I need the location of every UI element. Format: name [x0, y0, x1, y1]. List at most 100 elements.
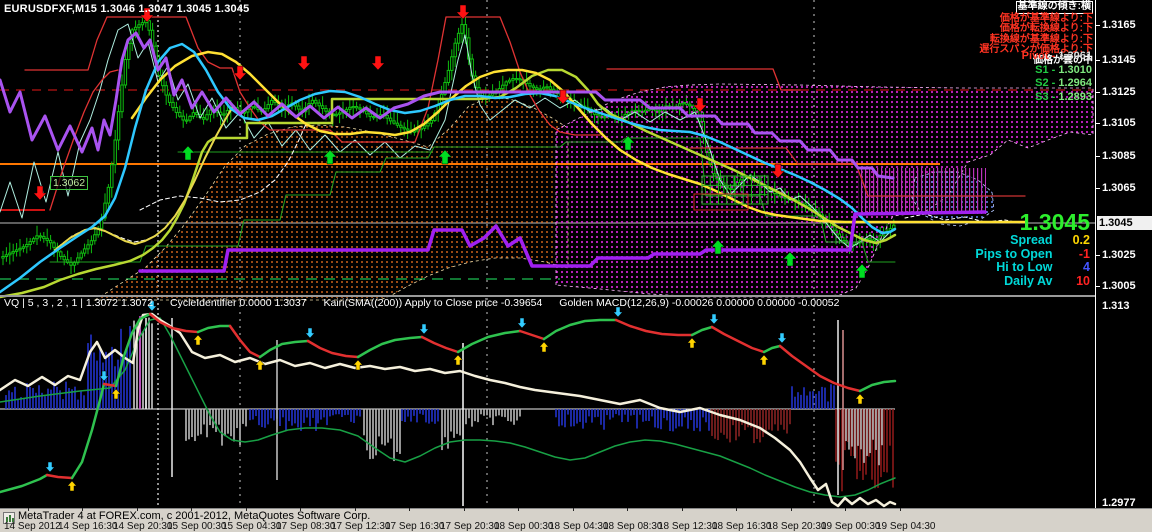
time-axis-label: 17 Sep 12:30	[331, 521, 391, 532]
time-axis-label: 15 Sep 00:30	[167, 521, 227, 532]
candle-body	[175, 108, 177, 113]
vq-up-arrow-icon	[454, 355, 463, 365]
vq-up-arrow-icon	[688, 338, 697, 348]
time-axis-label: 18 Sep 16:30	[712, 521, 772, 532]
ichimoku-legend-title: 基準線の傾き:横	[1016, 1, 1093, 14]
macd-label: Golden MACD(12,26,9) -0.00026 0.00000 0.…	[559, 297, 839, 309]
candle-body	[423, 126, 425, 128]
candle-body	[396, 123, 398, 125]
candle-body	[403, 127, 405, 129]
vq-down-arrow-icon	[420, 324, 429, 334]
candle-body	[9, 253, 11, 255]
quote-row: Daily Av 10	[975, 275, 1090, 289]
candle-body	[22, 247, 24, 249]
price-axis-label: 1.3065	[1102, 182, 1136, 194]
candle-body	[107, 187, 109, 203]
candle-body	[508, 80, 510, 82]
vq-down-arrow-icon	[710, 314, 719, 324]
pivot-row-label: S2 -	[1035, 77, 1058, 89]
candle-body	[196, 113, 198, 115]
pivot-row-value: 1.3061	[1058, 50, 1092, 62]
candle-body	[430, 120, 432, 123]
candle-body	[406, 129, 408, 130]
time-axis-label: 14 Sep 20:30	[113, 521, 173, 532]
candle-body	[318, 103, 320, 106]
time-axis-tick	[137, 508, 138, 511]
candle-body	[311, 100, 313, 103]
vq-segment	[260, 341, 308, 357]
time-axis-label: 18 Sep 00:30	[494, 521, 554, 532]
candle-body	[46, 238, 48, 240]
time-axis-tick	[736, 508, 737, 511]
cycleidentifier-label: CycleIdentifier 0.0000 1.3037	[170, 297, 307, 309]
candle-body	[457, 33, 459, 43]
time-axis-tick	[845, 508, 846, 511]
candle-body	[355, 106, 357, 107]
pivot-row-value: 1.2893	[1058, 91, 1092, 103]
quote-row-value: -1	[1056, 248, 1090, 262]
candle-body	[393, 121, 395, 123]
candle-body	[366, 111, 368, 114]
vq-up-arrow-icon	[68, 481, 77, 491]
vq-up-arrow-icon	[760, 355, 769, 365]
time-axis-label: 14 Sep 16:30	[58, 521, 118, 532]
price-alert-label[interactable]: 1.3062	[50, 176, 88, 190]
pivot-row-value: 1.2964	[1058, 77, 1092, 89]
pivot-row: Pivot - 1.3061	[1022, 50, 1092, 64]
candle-body	[114, 140, 116, 165]
candle-body	[206, 115, 208, 120]
candle-body	[94, 235, 96, 241]
candle-body	[505, 82, 507, 85]
candle-body	[315, 100, 317, 103]
price-axis-tick	[1096, 25, 1100, 26]
vq-up-arrow-icon	[540, 342, 549, 352]
vq-up-arrow-icon	[194, 335, 203, 345]
candle-body	[270, 100, 272, 104]
vq-segment	[47, 475, 72, 478]
candle-body	[512, 79, 514, 81]
candle-body	[148, 21, 150, 31]
time-axis-tick	[191, 508, 192, 511]
pivot-row-label: S3 -	[1035, 91, 1058, 103]
candle-body	[83, 249, 85, 253]
pivot-panel: Pivot - 1.3061S1 - 1.3010S2 - 1.2964S3 -…	[1022, 50, 1092, 104]
candle-body	[502, 85, 504, 88]
time-axis-label: 17 Sep 16:30	[385, 521, 445, 532]
price-axis-label: 1.3085	[1102, 150, 1136, 162]
pivot-row-label: S1 -	[1035, 64, 1058, 76]
candle-body	[298, 106, 300, 109]
candle-body	[179, 112, 181, 116]
current-price-tag: 1.3045	[1097, 216, 1152, 230]
vq-segment	[422, 337, 458, 352]
candle-body	[49, 240, 51, 242]
vq-segment	[860, 381, 895, 391]
candle-body	[168, 95, 170, 102]
indicator-header: VQ | 5 , 3 , 2 , 1 | 1.3072 1.3072 Cycle…	[4, 297, 853, 309]
price-axis-tick	[1096, 188, 1100, 189]
vq-segment	[616, 320, 692, 335]
vq-down-arrow-icon	[46, 462, 55, 472]
candle-body	[539, 89, 541, 90]
candle-body	[546, 87, 548, 88]
price-axis[interactable]: 1.31651.31451.31251.31051.30851.30651.30…	[1095, 0, 1152, 508]
pivot-row-value: 1.3010	[1058, 64, 1092, 76]
candle-body	[32, 239, 34, 242]
candle-body	[536, 88, 538, 90]
time-axis-bar[interactable]: MetaTrader 4 at FOREX.com, c 2001-2012, …	[0, 508, 1152, 532]
candle-body	[549, 87, 551, 90]
candle-body	[12, 251, 14, 253]
candle-body	[172, 102, 174, 107]
vq-down-arrow-icon	[518, 318, 527, 328]
time-axis-tick	[627, 508, 628, 511]
price-axis-label: 1.3005	[1102, 280, 1136, 292]
candle-body	[124, 60, 126, 86]
price-axis-tick	[1096, 255, 1100, 256]
vq-down-arrow-icon	[778, 333, 787, 343]
pivot-row: S1 - 1.3010	[1022, 64, 1092, 78]
vq-segment	[712, 327, 764, 352]
price-axis-tick	[1096, 92, 1100, 93]
candle-body	[90, 241, 92, 245]
quote-row-value: 10	[1056, 275, 1090, 289]
candle-body	[454, 43, 456, 57]
quote-row-label: Hi to Low	[996, 260, 1052, 274]
